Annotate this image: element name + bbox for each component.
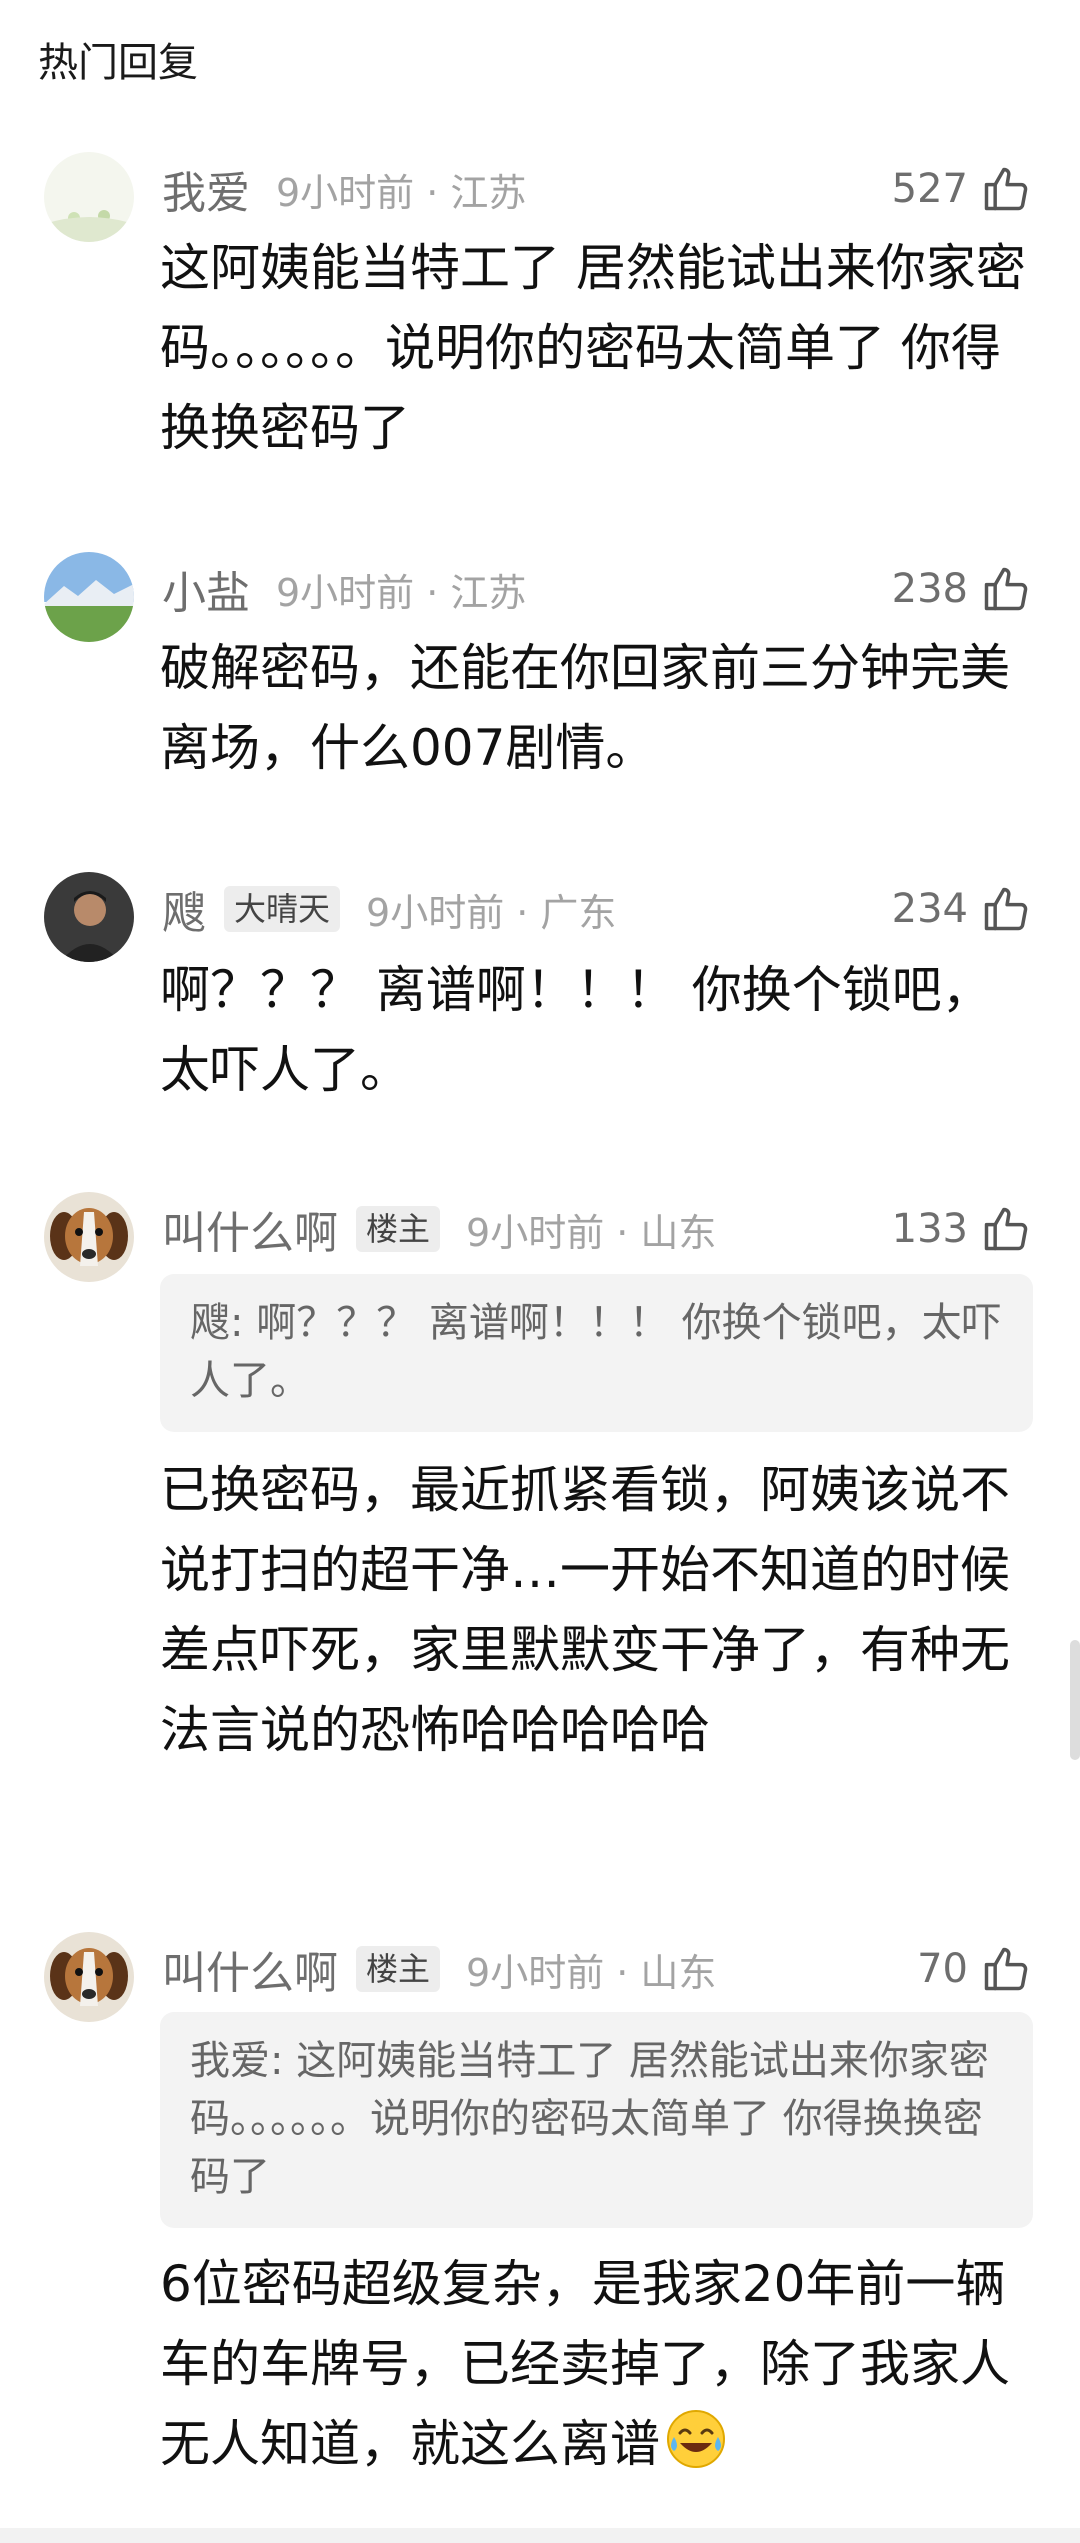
quoted-reply[interactable]: 飕: 啊？？？ 离谱啊！！！ 你换个锁吧，太吓人了。	[160, 1274, 1033, 1432]
like-button[interactable]: 527	[892, 154, 1032, 224]
comment-meta: 飕 大晴天 9小时前 · 广东	[162, 874, 616, 944]
laughing-tears-emoji	[667, 2410, 725, 2468]
comment-text: 破解密码，还能在你回家前三分钟完美离场，什么007剧情。	[160, 639, 1010, 777]
like-count: 527	[891, 166, 968, 212]
avatar[interactable]	[44, 1192, 134, 1282]
like-button[interactable]: 238	[892, 554, 1032, 624]
section-title: 热门回复	[38, 40, 198, 86]
avatar[interactable]	[44, 552, 134, 642]
like-button[interactable]: 234	[892, 874, 1032, 944]
bottom-divider	[0, 2528, 1080, 2543]
comment-text-block: 6位密码超级复杂，是我家20年前一辆车的车牌号，已经卖掉了，除了我家人无人知道，…	[160, 2244, 1040, 2484]
scrollbar-thumb[interactable]	[1070, 1640, 1080, 1760]
like-button[interactable]: 133	[892, 1194, 1032, 1264]
thumbs-up-icon[interactable]	[980, 1203, 1032, 1255]
username[interactable]: 小盐	[162, 557, 250, 621]
avatar[interactable]	[44, 872, 134, 962]
like-count: 238	[891, 566, 968, 612]
avatar[interactable]	[44, 1932, 134, 2022]
comment-meta: 我爱 9小时前 · 江苏	[162, 154, 526, 224]
comment-text: 这阿姨能当特工了 居然能试出来你家密码。。。。。。说明你的密码太简单了 你得换换…	[160, 239, 1026, 457]
comment-meta: 小盐 9小时前 · 江苏	[162, 554, 526, 624]
thumbs-up-icon[interactable]	[980, 563, 1032, 615]
thumbs-up-icon[interactable]	[980, 163, 1032, 215]
comment-text: 已换密码，最近抓紧看锁，阿姨该说不说打扫的超干净…一开始不知道的时候差点吓死，家…	[160, 1461, 1010, 1759]
timestamp-location: 9小时前 · 江苏	[276, 170, 527, 215]
like-count: 234	[891, 886, 968, 932]
timestamp-location: 9小时前 · 江苏	[276, 570, 527, 615]
like-count: 70	[917, 1946, 968, 1992]
comment-page: 热门回复 我爱 9小时前 · 江苏 527 这阿姨能当特工了 居然能试出来你家密…	[0, 0, 1080, 2543]
comment-text: 啊？？？ 离谱啊！！！ 你换个锁吧，太吓人了。	[160, 961, 992, 1099]
username[interactable]: 我爱	[162, 157, 250, 221]
op-badge: 楼主	[356, 1946, 441, 1992]
comment-meta: 叫什么啊 楼主 9小时前 · 山东	[162, 1194, 716, 1264]
avatar[interactable]	[44, 152, 134, 242]
timestamp-location: 9小时前 · 山东	[466, 1950, 717, 1995]
thumbs-up-icon[interactable]	[980, 883, 1032, 935]
thumbs-up-icon[interactable]	[980, 1943, 1032, 1995]
like-count: 133	[891, 1206, 968, 1252]
comment-meta: 叫什么啊 楼主 9小时前 · 山东	[162, 1934, 716, 2004]
user-badge: 大晴天	[224, 886, 341, 932]
quoted-reply[interactable]: 我爱: 这阿姨能当特工了 居然能试出来你家密码。。。。。。说明你的密码太简单了 …	[160, 2012, 1033, 2228]
username[interactable]: 叫什么啊	[162, 1197, 338, 1261]
like-button[interactable]: 70	[917, 1934, 1032, 2004]
timestamp-location: 9小时前 · 广东	[366, 890, 617, 935]
timestamp-location: 9小时前 · 山东	[466, 1210, 717, 1255]
username[interactable]: 叫什么啊	[162, 1937, 338, 2001]
username[interactable]: 飕	[162, 877, 206, 941]
comment-text: 6位密码超级复杂，是我家20年前一辆车的车牌号，已经卖掉了，除了我家人无人知道，…	[160, 2255, 1010, 2473]
op-badge: 楼主	[356, 1206, 441, 1252]
